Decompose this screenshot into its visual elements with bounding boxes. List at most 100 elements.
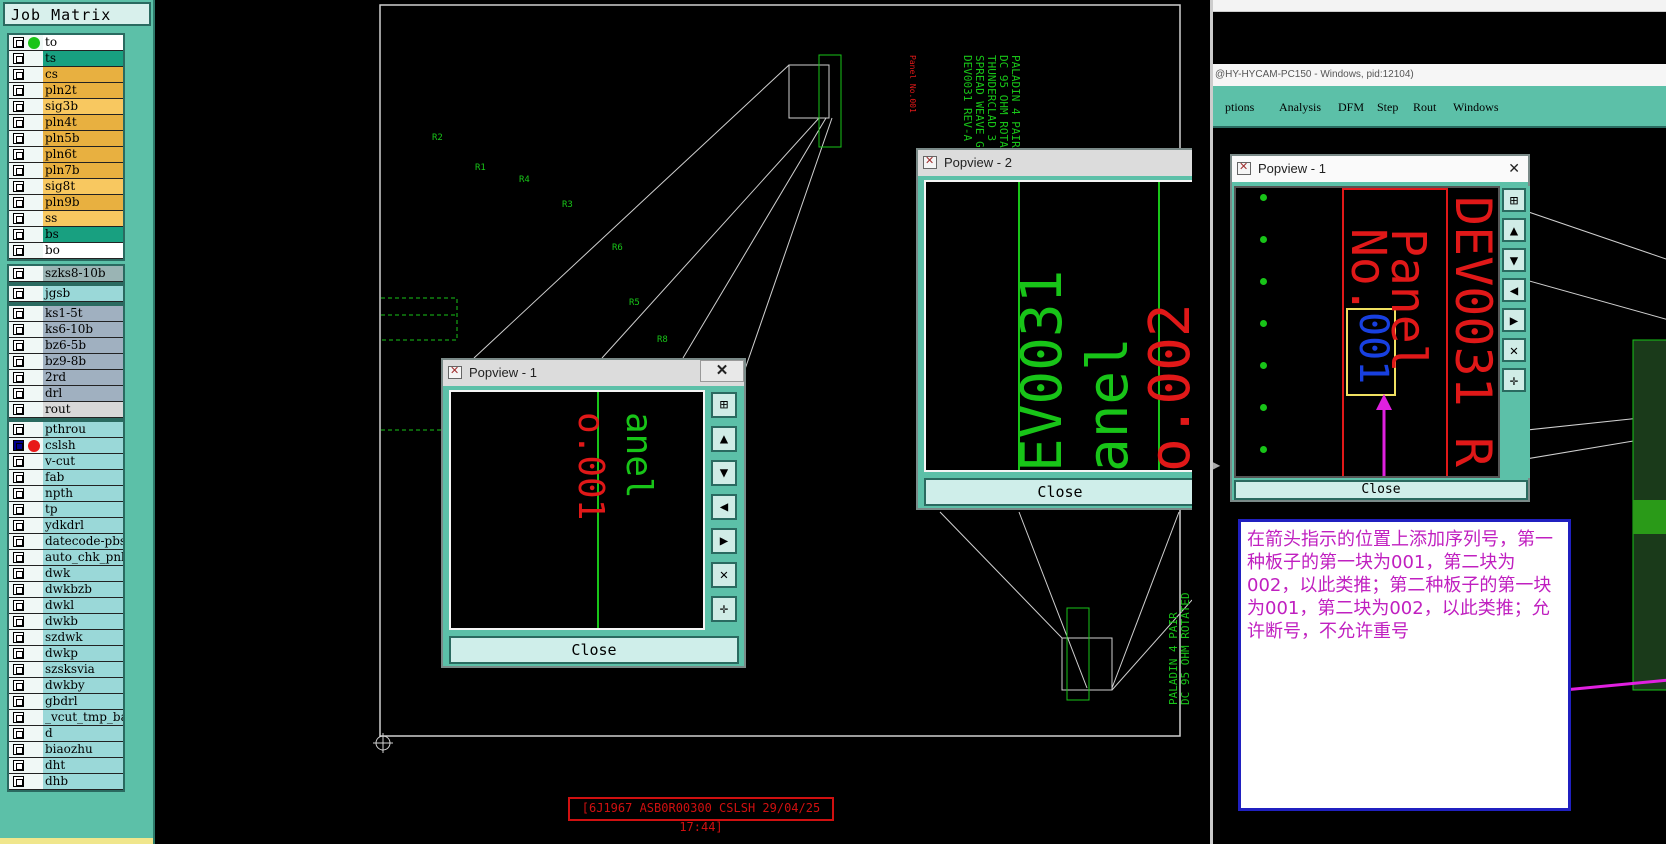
layer-checkbox[interactable] — [13, 69, 24, 80]
layer-row[interactable]: ks6-10b — [9, 322, 123, 338]
layer-name[interactable]: pln5b — [43, 131, 123, 146]
layer-row[interactable]: auto_chk_pnl — [9, 550, 123, 566]
layer-name[interactable]: szsksvia — [43, 662, 123, 677]
layer-checkbox[interactable] — [13, 456, 24, 467]
layer-name[interactable]: pln9b — [43, 195, 123, 210]
layer-row[interactable]: dwkl — [9, 598, 123, 614]
layer-checkbox[interactable] — [13, 504, 24, 515]
layer-checkbox[interactable] — [13, 584, 24, 595]
layer-row[interactable]: npth — [9, 486, 123, 502]
layer-checkbox[interactable] — [13, 744, 24, 755]
layer-row[interactable]: to — [9, 35, 123, 51]
layer-row[interactable]: szdwk — [9, 630, 123, 646]
layer-name[interactable]: dht — [43, 758, 123, 773]
layer-checkbox[interactable] — [13, 356, 24, 367]
layer-checkbox[interactable] — [13, 536, 24, 547]
layer-name[interactable]: ydkdrl — [43, 518, 123, 533]
layer-row[interactable]: rout — [9, 402, 123, 418]
layer-checkbox[interactable] — [13, 712, 24, 723]
layer-row[interactable]: ydkdrl — [9, 518, 123, 534]
layer-name[interactable]: to — [43, 35, 123, 50]
popview-1-right-close-button[interactable]: Close — [1234, 480, 1528, 500]
layer-name[interactable]: bz6-5b — [43, 338, 123, 353]
zoom-in-icon[interactable]: ✛ — [711, 596, 737, 622]
layer-name[interactable]: ts — [43, 51, 123, 66]
layer-name[interactable]: pln6t — [43, 147, 123, 162]
layer-name[interactable]: dwkb — [43, 614, 123, 629]
layer-checkbox[interactable] — [13, 760, 24, 771]
layer-row[interactable]: gbdrl — [9, 694, 123, 710]
layer-checkbox[interactable] — [13, 268, 24, 279]
layer-checkbox[interactable] — [13, 324, 24, 335]
layer-name[interactable]: ss — [43, 211, 123, 226]
pan-left-icon[interactable]: ◀ — [1502, 278, 1526, 302]
layer-row[interactable]: biaozhu — [9, 742, 123, 758]
popview-1-right-window[interactable]: Popview - 1 ✕ DEV0031 R Panel No. 001 ⊞ … — [1230, 154, 1530, 502]
layer-row[interactable]: pln7b — [9, 163, 123, 179]
layer-checkbox[interactable] — [13, 53, 24, 64]
layer-row[interactable]: szsksvia — [9, 662, 123, 678]
layer-row[interactable]: cslsh — [9, 438, 123, 454]
layer-row[interactable]: dhb — [9, 774, 123, 790]
layer-checkbox[interactable] — [13, 664, 24, 675]
layer-row[interactable]: bs — [9, 227, 123, 243]
layer-checkbox[interactable] — [13, 472, 24, 483]
layer-name[interactable]: dwk — [43, 566, 123, 581]
layer-checkbox[interactable] — [13, 680, 24, 691]
zoom-home-icon[interactable]: ⊞ — [711, 392, 737, 418]
layer-checkbox[interactable] — [13, 776, 24, 787]
layer-name[interactable]: dwkby — [43, 678, 123, 693]
layer-checkbox[interactable] — [13, 229, 24, 240]
layer-name[interactable]: 2rd — [43, 370, 123, 385]
popview-2-view[interactable]: EV0031 anel o.002 — [924, 180, 1196, 472]
layer-row[interactable]: v-cut — [9, 454, 123, 470]
layer-name[interactable]: datecode-pbs — [43, 534, 123, 549]
layer-row[interactable]: datecode-pbs — [9, 534, 123, 550]
layer-name[interactable]: pthrou — [43, 422, 123, 437]
popview-2-titlebar[interactable]: Popview - 2 — [918, 150, 1192, 176]
layer-row[interactable]: pln4t — [9, 115, 123, 131]
layer-name[interactable]: pln2t — [43, 83, 123, 98]
layer-checkbox[interactable] — [13, 632, 24, 643]
layer-checkbox[interactable] — [13, 213, 24, 224]
layer-checkbox[interactable] — [13, 133, 24, 144]
popview-2-close-button[interactable]: Close — [924, 478, 1196, 506]
layer-checkbox[interactable] — [13, 340, 24, 351]
popview-1-right-titlebar[interactable]: Popview - 1 ✕ — [1232, 156, 1528, 182]
layer-name[interactable]: dhb — [43, 774, 123, 789]
pan-left-icon[interactable]: ◀ — [711, 494, 737, 520]
layer-name[interactable]: drl — [43, 386, 123, 401]
layer-row[interactable]: pln6t — [9, 147, 123, 163]
layer-checkbox[interactable] — [13, 552, 24, 563]
layer-checkbox[interactable] — [13, 117, 24, 128]
layer-row[interactable]: d — [9, 726, 123, 742]
layer-name[interactable]: bo — [43, 243, 123, 258]
pan-up-icon[interactable]: ▲ — [711, 426, 737, 452]
zoom-out-icon[interactable]: ✕ — [711, 562, 737, 588]
layer-checkbox[interactable] — [13, 181, 24, 192]
layer-row[interactable]: drl — [9, 386, 123, 402]
layer-row[interactable]: dwkbzb — [9, 582, 123, 598]
layer-checkbox[interactable] — [13, 245, 24, 256]
layer-name[interactable]: sig8t — [43, 179, 123, 194]
layer-checkbox[interactable] — [13, 165, 24, 176]
close-icon[interactable]: ✕ — [1508, 160, 1520, 177]
layer-name[interactable]: sig3b — [43, 99, 123, 114]
layer-name[interactable]: dwkl — [43, 598, 123, 613]
layer-checkbox[interactable] — [13, 149, 24, 160]
layer-checkbox[interactable] — [13, 616, 24, 627]
layer-name[interactable]: d — [43, 726, 123, 741]
layer-row[interactable]: dwkby — [9, 678, 123, 694]
layer-row[interactable]: dht — [9, 758, 123, 774]
layer-checkbox[interactable] — [13, 568, 24, 579]
layer-checkbox[interactable] — [13, 648, 24, 659]
layer-name[interactable]: v-cut — [43, 454, 123, 469]
layer-name[interactable]: rout — [43, 402, 123, 417]
layer-checkbox[interactable] — [13, 600, 24, 611]
popview-1-close-button[interactable]: Close — [449, 636, 739, 664]
layer-row[interactable]: bz6-5b — [9, 338, 123, 354]
layer-name[interactable]: szdwk — [43, 630, 123, 645]
zoom-home-icon[interactable]: ⊞ — [1502, 188, 1526, 212]
layer-row[interactable]: ks1-5t — [9, 306, 123, 322]
layer-checkbox[interactable] — [13, 85, 24, 96]
